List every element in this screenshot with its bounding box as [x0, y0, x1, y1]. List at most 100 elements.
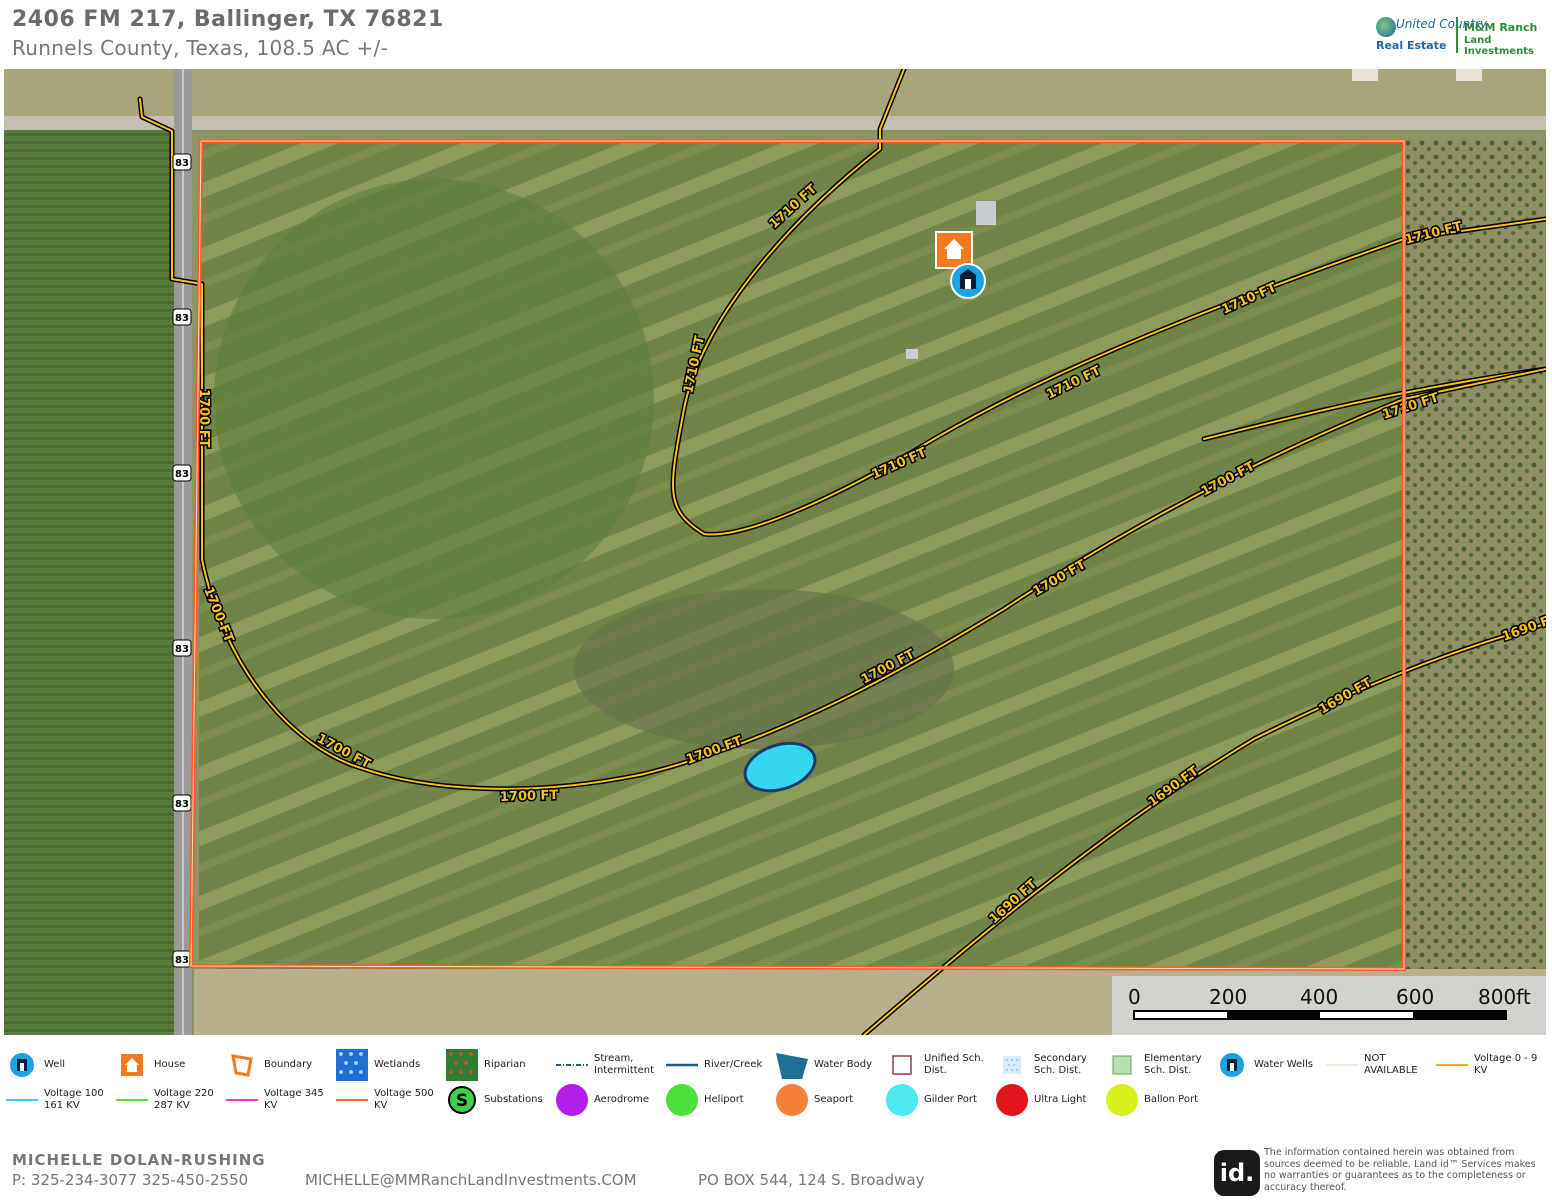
legend-label: Elementary Sch. Dist. [1144, 1053, 1202, 1076]
legend-label: Riparian [484, 1059, 526, 1070]
legend-item: Voltage 220 287 KV [116, 1083, 224, 1117]
legend-label: Ultra Light [1034, 1094, 1087, 1105]
voltage-345-icon [226, 1099, 258, 1101]
well-icon [10, 1053, 34, 1077]
legend-item: Voltage 345 KV [226, 1083, 334, 1117]
legend-item: S Substations [446, 1083, 554, 1117]
elementary-school-icon [1112, 1055, 1132, 1075]
legend-label: House [154, 1059, 186, 1070]
legend-item: Seaport [776, 1083, 884, 1117]
north-field [4, 69, 1546, 119]
legend-label: Voltage 0 - 9 KV [1474, 1053, 1538, 1076]
house-icon[interactable] [935, 231, 973, 269]
house-icon [121, 1054, 143, 1076]
wetlands-icon [336, 1049, 368, 1081]
legend-label: Stream, Intermittent [594, 1053, 655, 1076]
legend-label: Substations [484, 1094, 543, 1105]
legend-item: Well [6, 1048, 114, 1082]
legend-item: Wetlands [336, 1048, 444, 1082]
highway-shield-icon: 83 [172, 308, 192, 326]
seaport-icon [776, 1084, 808, 1116]
legend-label: Well [44, 1059, 66, 1070]
legend-label: Secondary Sch. Dist. [1034, 1053, 1087, 1076]
legend-label: Heliport [704, 1094, 744, 1105]
voltage-100-icon [6, 1099, 38, 1101]
legend-item: Voltage 500 KV [336, 1083, 444, 1117]
legend-item: NOT AVAILABLE [1326, 1048, 1434, 1082]
legend-item: Water Body [776, 1048, 884, 1082]
property-subtitle: Runnels County, Texas, 108.5 AC +/- [12, 36, 389, 60]
scale-tick-label: 400 [1300, 985, 1338, 1009]
glider-port-icon [886, 1084, 918, 1116]
heliport-icon [666, 1084, 698, 1116]
svg-text:83: 83 [175, 644, 189, 655]
fm-217-road [4, 116, 1546, 130]
legend-label: Seaport [814, 1094, 854, 1105]
scale-tick-label: 600 [1396, 985, 1434, 1009]
globe-icon [1376, 17, 1396, 37]
legend-item: Voltage 100 161 KV [6, 1083, 114, 1117]
svg-text:83: 83 [175, 799, 189, 810]
svg-text:83: 83 [175, 469, 189, 480]
legend-item: Ultra Light [996, 1083, 1104, 1117]
legend-item: Boundary [226, 1048, 334, 1082]
agent-phone: P: 325-234-3077 325-450-2550 [12, 1171, 249, 1189]
legend-label: Wetlands [374, 1059, 421, 1070]
ultra-light-icon [996, 1084, 1028, 1116]
svg-text:83: 83 [175, 313, 189, 324]
agent-name: MICHELLE DOLAN-RUSHING [12, 1151, 266, 1169]
legend-item: Gilder Port [886, 1083, 994, 1117]
contour-label: 1700 FT [500, 788, 559, 805]
legend-label: Voltage 500 KV [374, 1088, 434, 1111]
disclaimer-text: The information contained herein was obt… [1264, 1147, 1536, 1193]
scale-tick-label: 800ft [1478, 985, 1531, 1009]
legend-label: Aerodrome [594, 1094, 650, 1105]
well-icon[interactable] [950, 263, 986, 299]
legend-item: River/Creek [666, 1048, 774, 1082]
legend-label: Water Wells [1254, 1059, 1313, 1070]
legend-item: Secondary Sch. Dist. [996, 1048, 1104, 1082]
river-icon [666, 1063, 698, 1067]
legend-item: Voltage 0 - 9 KV [1436, 1048, 1544, 1082]
legend-label: Boundary [264, 1059, 313, 1070]
riparian-icon [446, 1049, 478, 1081]
legend-item: Stream, Intermittent [556, 1048, 664, 1082]
highway-shield-icon: 83 [172, 464, 192, 482]
legend-label: Voltage 220 287 KV [154, 1088, 214, 1111]
barn-building [976, 201, 996, 225]
map-legend: Well House Boundary Wetlands Riparian St… [0, 1040, 1552, 1130]
highway-shield-icon: 83 [172, 153, 192, 171]
property-title: 2406 FM 217, Ballinger, TX 76821 [12, 7, 444, 32]
legend-label: River/Creek [704, 1059, 763, 1070]
legend-label: Voltage 345 KV [264, 1088, 324, 1111]
legend-item: Elementary Sch. Dist. [1106, 1048, 1214, 1082]
legend-label: NOT AVAILABLE [1364, 1053, 1418, 1076]
left-cropfield [4, 129, 174, 1035]
logo-partner1: M&M Ranch [1464, 21, 1538, 34]
secondary-school-icon [1003, 1056, 1021, 1074]
legend-item: Riparian [446, 1048, 554, 1082]
legend-item: Heliport [666, 1083, 774, 1117]
svg-text:83: 83 [175, 955, 189, 966]
legend-label: Ballon Port [1144, 1094, 1199, 1105]
substation-icon: S [448, 1086, 476, 1114]
agent-email[interactable]: MICHELLE@MMRanchLandInvestments.COM [305, 1171, 637, 1189]
stream-icon [556, 1064, 588, 1066]
boundary-icon [231, 1054, 253, 1077]
shed-building [906, 349, 918, 359]
logo-divider [1456, 17, 1458, 53]
highway-shield-icon: 83 [172, 794, 192, 812]
voltage-500-icon [336, 1099, 368, 1101]
scale-bar: 0 200 400 600 800ft [1112, 976, 1546, 1035]
svg-text:83: 83 [175, 158, 189, 169]
logo-line2: Real Estate [1376, 39, 1447, 52]
logo-partner2: Land Investments [1464, 35, 1534, 57]
legend-item: Unified Sch. Dist. [886, 1048, 994, 1082]
balloon-port-icon [1106, 1084, 1138, 1116]
neighbor-building [1456, 69, 1482, 81]
aerial-map[interactable]: 1710 FT 1710 FT 1710 FT 1710 FT 1710 FT … [4, 69, 1546, 1035]
highway-shield-icon: 83 [172, 950, 192, 968]
legend-item: Ballon Port [1106, 1083, 1214, 1117]
legend-label: Gilder Port [924, 1094, 977, 1105]
legend-label: Voltage 100 161 KV [44, 1088, 104, 1111]
